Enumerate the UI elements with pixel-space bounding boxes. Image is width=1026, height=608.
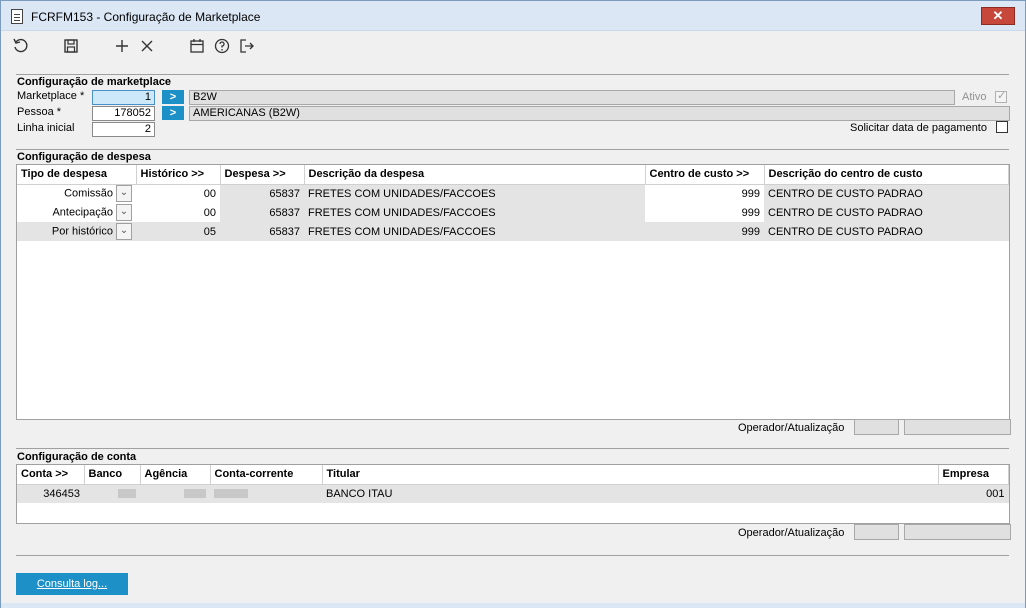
despesa-cell[interactable]: 65837 (220, 184, 304, 203)
despesa-cell[interactable]: 65837 (220, 203, 304, 222)
despesa-section-title: Configuração de despesa (17, 151, 151, 163)
tipo-despesa-value: Comissão (64, 187, 113, 200)
marketplace-label: Marketplace * (17, 90, 85, 102)
centro-custo-cell[interactable]: 999 (645, 222, 764, 241)
operador-field (854, 524, 899, 540)
divider (16, 555, 1009, 556)
divider (16, 74, 1009, 75)
agencia-cell[interactable] (140, 484, 210, 503)
linha-inicial-label: Linha inicial (17, 122, 75, 134)
save-icon[interactable] (61, 35, 81, 57)
divider (16, 448, 1009, 449)
consulta-log-button[interactable]: Consulta log... (16, 573, 128, 595)
descricao-centro-cell: CENTRO DE CUSTO PADRAO (764, 222, 1009, 241)
centro-custo-cell[interactable]: 999 (645, 203, 764, 222)
conta-section-title: Configuração de conta (17, 451, 137, 463)
despesa-cell[interactable]: 65837 (220, 222, 304, 241)
chevron-down-icon[interactable]: ⌄ (116, 204, 132, 221)
marketplace-lookup-button[interactable]: > (162, 90, 184, 104)
redacted-value (118, 489, 136, 499)
linha-inicial-input[interactable]: 2 (92, 122, 155, 137)
marketplace-section-title: Configuração de marketplace (17, 76, 172, 88)
atualizacao-field (904, 419, 1011, 435)
column-header[interactable]: Empresa (938, 465, 1009, 485)
redacted-value (214, 489, 248, 499)
pessoa-label: Pessoa * (17, 106, 62, 118)
ativo-label: Ativo (962, 91, 987, 103)
historico-cell[interactable]: 05 (136, 222, 220, 241)
conta-corrente-cell[interactable] (210, 484, 322, 503)
table-row[interactable]: Comissão ⌄ 00 65837 FRETES COM UNIDADES/F… (17, 184, 1009, 203)
tipo-despesa-value: Por histórico (51, 225, 113, 238)
column-header[interactable]: Agência (140, 465, 211, 485)
tipo-despesa-cell[interactable]: Por histórico ⌄ (17, 222, 136, 241)
refresh-icon[interactable] (11, 35, 31, 57)
chevron-down-icon[interactable]: ⌄ (116, 223, 132, 240)
column-header[interactable]: Despesa >> (220, 165, 305, 185)
atualizacao-field (904, 524, 1011, 540)
help-icon[interactable] (212, 35, 232, 57)
column-header[interactable]: Centro de custo >> (645, 165, 765, 185)
pessoa-lookup-button[interactable]: > (162, 106, 184, 120)
close-button[interactable]: ✕ (981, 7, 1015, 25)
table-row[interactable]: Antecipação ⌄ 00 65837 FRETES COM UNIDADE… (17, 203, 1009, 222)
column-header[interactable]: Titular (322, 465, 939, 485)
conta-cell[interactable]: 346453 (17, 484, 84, 503)
toolbar (1, 31, 1025, 61)
descricao-despesa-cell: FRETES COM UNIDADES/FACCOES (304, 203, 645, 222)
banco-cell[interactable] (84, 484, 140, 503)
operador-atualizacao-label: Operador/Atualização (738, 527, 845, 539)
document-icon (11, 9, 23, 24)
operador-field (854, 419, 899, 435)
delete-icon[interactable] (137, 35, 157, 57)
centro-custo-cell[interactable]: 999 (645, 184, 764, 203)
column-header[interactable]: Histórico >> (136, 165, 221, 185)
conta-header-row: Conta >> Banco Agência Conta-corrente Ti… (17, 465, 1009, 485)
despesa-grid: Tipo de despesa Histórico >> Despesa >> … (16, 164, 1010, 420)
empresa-cell: 001 (938, 484, 1009, 503)
window-title: FCRFM153 - Configuração de Marketplace (31, 10, 261, 24)
solicitar-data-label: Solicitar data de pagamento (850, 122, 987, 134)
solicitar-data-checkbox[interactable] (996, 121, 1008, 133)
tipo-despesa-cell[interactable]: Antecipação ⌄ (17, 203, 136, 222)
column-header[interactable]: Conta >> (17, 465, 85, 485)
descricao-centro-cell: CENTRO DE CUSTO PADRAO (764, 203, 1009, 222)
descricao-centro-cell: CENTRO DE CUSTO PADRAO (764, 184, 1009, 203)
marketplace-description: B2W (189, 90, 955, 105)
status-bar (1, 603, 1025, 608)
add-icon[interactable] (112, 35, 132, 57)
marketplace-input[interactable]: 1 (92, 90, 155, 105)
column-header[interactable]: Conta-corrente (210, 465, 323, 485)
pessoa-description: AMERICANAS (B2W) (189, 106, 1010, 121)
column-header[interactable]: Banco (84, 465, 141, 485)
tipo-despesa-cell[interactable]: Comissão ⌄ (17, 184, 136, 203)
descricao-despesa-cell: FRETES COM UNIDADES/FACCOES (304, 222, 645, 241)
divider (16, 149, 1009, 150)
conta-grid: Conta >> Banco Agência Conta-corrente Ti… (16, 464, 1010, 524)
column-header[interactable]: Descrição da despesa (304, 165, 646, 185)
table-row[interactable]: 346453 BANCO ITAU 001 (17, 484, 1009, 503)
historico-cell[interactable]: 00 (136, 203, 220, 222)
descricao-despesa-cell: FRETES COM UNIDADES/FACCOES (304, 184, 645, 203)
tipo-despesa-value: Antecipação (52, 206, 113, 219)
exit-icon[interactable] (237, 35, 257, 57)
table-row[interactable]: Por histórico ⌄ 05 65837 FRETES COM UNIDA… (17, 222, 1009, 241)
title-bar: FCRFM153 - Configuração de Marketplace ✕ (1, 1, 1025, 31)
main-window: FCRFM153 - Configuração de Marketplace ✕… (0, 0, 1026, 608)
historico-cell[interactable]: 00 (136, 184, 220, 203)
titular-cell: BANCO ITAU (322, 484, 938, 503)
pessoa-input[interactable]: 178052 (92, 106, 155, 121)
chevron-down-icon[interactable]: ⌄ (116, 185, 132, 203)
column-header[interactable]: Tipo de despesa (17, 165, 137, 185)
redacted-value (184, 489, 206, 499)
ativo-checkbox (995, 89, 1007, 103)
calendar-icon[interactable] (187, 35, 207, 57)
despesa-header-row: Tipo de despesa Histórico >> Despesa >> … (17, 165, 1009, 185)
operador-atualizacao-label: Operador/Atualização (738, 422, 845, 434)
column-header[interactable]: Descrição do centro de custo (764, 165, 1009, 185)
